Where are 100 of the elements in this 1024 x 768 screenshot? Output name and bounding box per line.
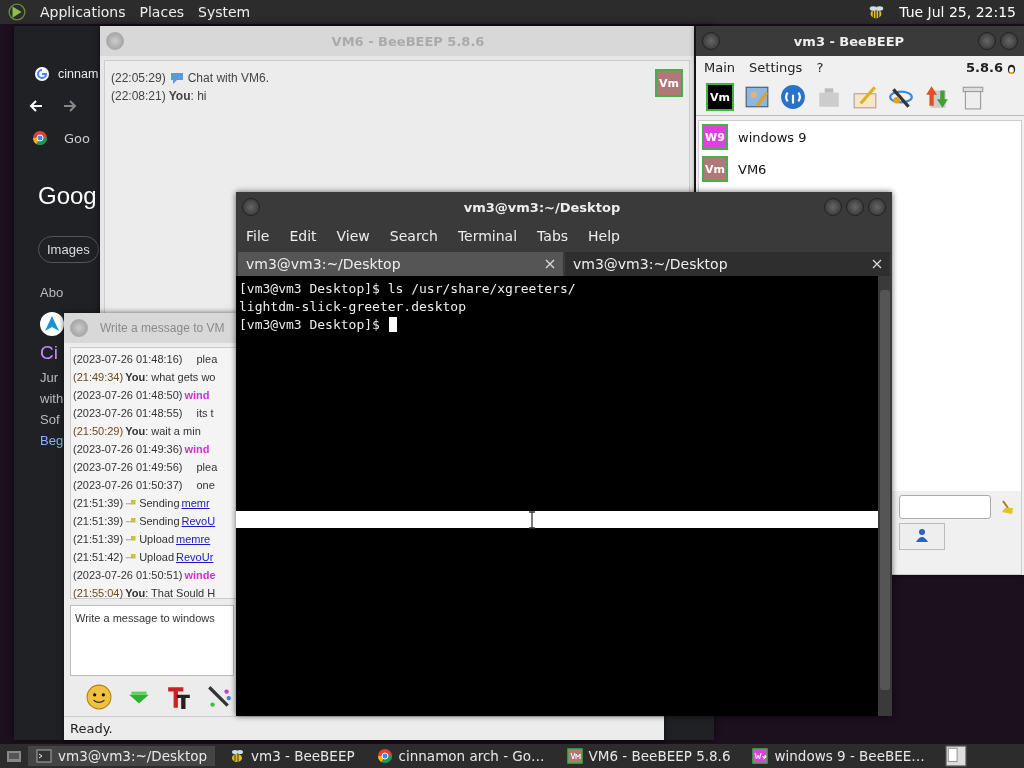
arch-logo-icon bbox=[40, 312, 64, 336]
message-input[interactable]: Write a message to windows bbox=[70, 605, 234, 676]
window-title: vm3@vm3:~/Desktop bbox=[462, 199, 622, 215]
profile-edit-icon[interactable] bbox=[744, 84, 770, 110]
message-text: plea bbox=[195, 461, 218, 473]
forward-icon[interactable] bbox=[62, 98, 78, 114]
menu-item[interactable]: Edit bbox=[289, 228, 317, 244]
clock[interactable]: Tue Jul 25, 22:15 bbox=[899, 4, 1016, 20]
message-time: (21:49:34) bbox=[73, 371, 124, 383]
menu-item[interactable]: Settings bbox=[749, 60, 803, 75]
color-picker-icon[interactable] bbox=[206, 684, 232, 710]
close-icon[interactable] bbox=[872, 259, 882, 269]
browser-icon bbox=[376, 748, 393, 764]
terminal-tab[interactable]: vm3@vm3:~/Desktop bbox=[238, 252, 563, 276]
menu-item[interactable]: Terminal bbox=[457, 228, 518, 244]
message-time: (2023-07-26 01:50:51) bbox=[73, 569, 183, 581]
message-time: (2023-07-26 01:49:56) bbox=[73, 461, 183, 473]
bee-icon[interactable] bbox=[867, 3, 886, 21]
message-text: You: wait a min bbox=[125, 425, 201, 437]
window-button[interactable] bbox=[978, 32, 996, 50]
g-logo-icon bbox=[34, 66, 50, 82]
filter-chip[interactable]: Images bbox=[38, 236, 99, 263]
user-list-item[interactable]: Vm VM6 bbox=[699, 153, 1021, 185]
message-time: (22:08:21) bbox=[111, 89, 166, 103]
message-time: (21:51:39) bbox=[73, 533, 124, 545]
panel-menu[interactable]: Places bbox=[139, 4, 185, 20]
message-text: one bbox=[195, 479, 215, 491]
browser-tab[interactable]: cinnam bbox=[58, 67, 99, 81]
status-avatar[interactable]: Vm bbox=[706, 83, 734, 111]
file-transfer-icon bbox=[125, 498, 138, 508]
window-button[interactable] bbox=[702, 32, 720, 50]
menu-item[interactable]: File bbox=[246, 228, 270, 244]
message-text: Chat with VM6. bbox=[187, 71, 270, 85]
transfer-status: Upload bbox=[139, 551, 174, 563]
close-icon[interactable] bbox=[545, 259, 555, 269]
message-time: (2023-07-26 01:48:55) bbox=[73, 407, 183, 419]
write-message-icon[interactable] bbox=[852, 84, 878, 110]
trash-icon[interactable] bbox=[960, 84, 986, 110]
transfer-status: Sending bbox=[139, 497, 180, 509]
menu-item[interactable]: Main bbox=[704, 60, 736, 75]
default-browser-notice: Goo bbox=[64, 130, 90, 146]
back-icon[interactable] bbox=[28, 98, 44, 114]
terminal-line: [vm3@vm3 Desktop]$ ls /usr/share/xgreeters/ bbox=[239, 280, 576, 296]
network-icon[interactable] bbox=[780, 84, 806, 110]
speech-bubble-icon bbox=[168, 71, 185, 85]
search-result-text: Abo bbox=[40, 285, 64, 300]
file-link[interactable]: memr bbox=[181, 497, 210, 509]
taskbar-button[interactable]: VM6 - BeeBEEP 5.8.6 bbox=[558, 746, 739, 766]
sender-name: wind bbox=[184, 443, 210, 455]
search-result-text: with bbox=[40, 391, 64, 406]
message-text: plea bbox=[195, 353, 218, 365]
taskbar-button[interactable]: windows 9 - BeeBEE… bbox=[744, 746, 933, 766]
transfer-status: Sending bbox=[139, 515, 180, 527]
terminal-line: lightdm-slick-greeter.desktop bbox=[239, 298, 466, 314]
font-icon[interactable] bbox=[166, 684, 192, 710]
panel-menu[interactable]: System bbox=[198, 4, 251, 20]
taskbar-button[interactable]: vm3@vm3:~/Desktop bbox=[28, 746, 216, 766]
file-link[interactable]: RevoUr bbox=[176, 551, 214, 563]
smiley-icon[interactable] bbox=[86, 684, 112, 710]
text-cursor bbox=[388, 316, 397, 332]
file-link[interactable]: memre bbox=[176, 533, 211, 545]
terminal-line: [vm3@vm3 Desktop]$ bbox=[239, 316, 380, 332]
search-result-text[interactable]: Beg bbox=[40, 433, 64, 448]
panel-menu[interactable]: Applications bbox=[40, 4, 126, 20]
menu-item[interactable]: ? bbox=[816, 60, 824, 75]
filter-field[interactable] bbox=[899, 495, 991, 519]
search-logo: Goog bbox=[38, 182, 97, 209]
search-result-text: Sof bbox=[40, 412, 60, 427]
broom-icon[interactable] bbox=[999, 499, 1015, 515]
menu-item[interactable]: Help bbox=[588, 228, 620, 244]
message-time: (21:55:04) bbox=[73, 587, 124, 599]
show-desktop-icon[interactable] bbox=[6, 748, 22, 764]
taskbar-button[interactable]: cinnamon arch - Go… bbox=[368, 746, 553, 766]
taskbar-button[interactable]: vm3 - BeeBEEP bbox=[221, 746, 363, 766]
terminal-icon bbox=[36, 748, 52, 764]
window-button[interactable] bbox=[846, 198, 864, 216]
file-link[interactable]: RevoU bbox=[181, 515, 216, 527]
message-time: (2023-07-26 01:50:37) bbox=[73, 479, 183, 491]
window-title: vm3 - BeeBEEP bbox=[792, 33, 906, 49]
transfer-icon[interactable] bbox=[924, 84, 950, 110]
scrollbar[interactable] bbox=[878, 276, 892, 716]
play-icon[interactable] bbox=[8, 3, 26, 21]
user-list-item[interactable]: W9 windows 9 bbox=[699, 121, 1021, 153]
message-text: You: That Sould H bbox=[125, 587, 216, 599]
bee-icon bbox=[229, 748, 246, 764]
message-time: (21:51:42) bbox=[73, 551, 124, 563]
window-button[interactable] bbox=[1000, 32, 1018, 50]
menu-item[interactable]: View bbox=[336, 228, 370, 244]
window-button[interactable] bbox=[242, 198, 260, 216]
search-result-text: Ci bbox=[40, 342, 58, 364]
sender-name: winde bbox=[184, 569, 216, 581]
terminal-tab[interactable]: vm3@vm3:~/Desktop bbox=[565, 252, 890, 276]
window-title: Write a message to VM bbox=[99, 321, 225, 335]
window-button[interactable] bbox=[868, 198, 886, 216]
workspace-switcher-icon[interactable] bbox=[944, 745, 967, 767]
menu-item[interactable]: Tabs bbox=[537, 228, 569, 244]
window-button[interactable] bbox=[824, 198, 842, 216]
group-button[interactable] bbox=[899, 523, 945, 550]
menu-item[interactable]: Search bbox=[389, 228, 438, 244]
message-time: (21:51:39) bbox=[73, 515, 124, 527]
